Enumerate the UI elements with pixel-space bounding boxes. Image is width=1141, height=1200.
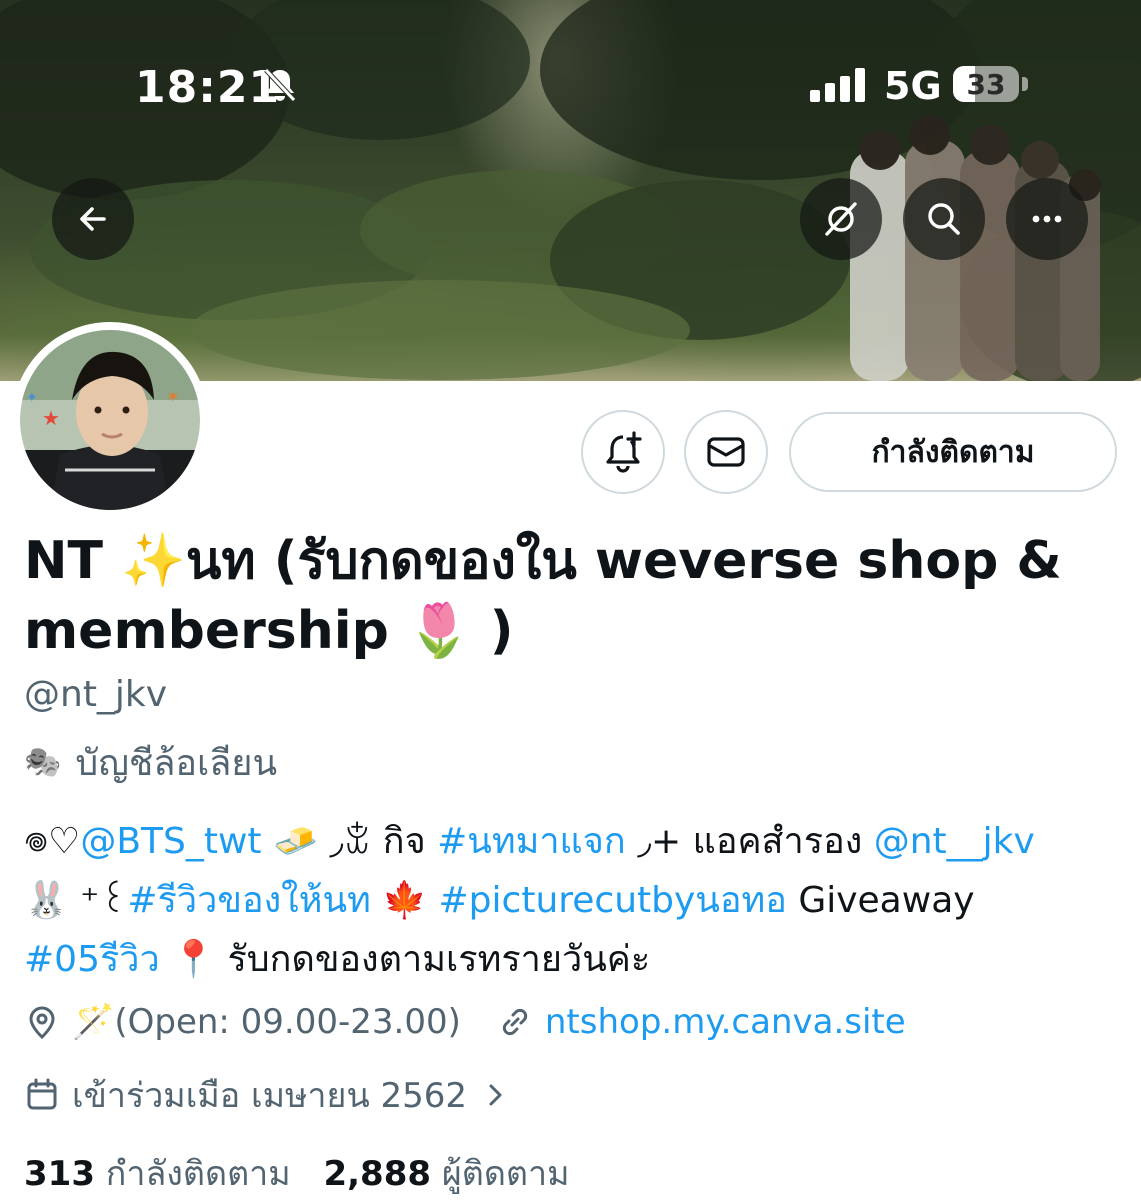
followers-label: ผู้ติดตาม [441,1154,570,1194]
search-icon [928,203,960,235]
bio-text: ◞+ แอคสำรอง [625,821,874,862]
message-button[interactable] [684,410,768,494]
following-button[interactable]: กำลังติดตาม [789,412,1117,492]
battery-indicator: 33 [953,66,1019,102]
svg-text:✦: ✦ [26,390,38,406]
bell-plus-icon [606,431,642,473]
avatar-image: ★ ✶ ✦ [20,330,200,510]
following-stat[interactable]: 313 กำลังติดตาม [24,1154,291,1194]
bio-mention-bts[interactable]: @BTS_twt [80,821,261,862]
location-row: 🪄(Open: 09.00-23.00) ntshop.my.canva.sit… [24,1002,906,1042]
website-link[interactable]: ntshop.my.canva.site [545,1002,906,1042]
notify-button[interactable] [581,410,665,494]
location-text: 🪄(Open: 09.00-23.00) [72,1002,461,1042]
joined-row[interactable]: เข้าร่วมเมือ เมษายน 2562 [24,1068,521,1122]
search-button[interactable] [903,178,985,260]
back-arrow-icon [80,207,106,231]
following-label: กำลังติดตาม [105,1154,291,1194]
bio-mention-backup[interactable]: @nt__jkv [874,821,1035,862]
bio-text: 🧈 ◞ꒃ กิจ [261,821,438,862]
bio-text: 📍 รับกดของตามเรทรายวันค่ะ [159,939,651,980]
link-icon [502,1008,528,1036]
bio-text: Giveaway [786,880,975,921]
following-count: 313 [24,1154,95,1194]
mask-icon: 🎭 [24,745,62,780]
profile-banner: 18:21 5G 33 [0,0,1141,381]
grok-button[interactable] [800,178,882,260]
mail-icon [707,437,745,467]
battery-tip [1022,77,1028,91]
bio-text: 𖦹♡ [24,821,81,862]
status-time: 18:21 [135,62,281,113]
parody-text: บัญชีล้อเลียน [75,743,278,784]
display-name-line1: NT ✨นท (รับกดของใน weverse shop & [24,531,1062,591]
more-button[interactable] [1006,178,1088,260]
more-icon [1032,215,1062,223]
bell-muted-icon [264,68,296,102]
joined-text: เข้าร่วมเมือ เมษายน 2562 [72,1076,468,1116]
bio-hashtag[interactable]: #picturecutbyนอทอ [439,880,787,921]
battery-level: 33 [966,68,1006,101]
svg-text:✶: ✶ [166,387,179,406]
profile-avatar[interactable]: ★ ✶ ✦ [12,322,208,518]
calendar-icon [27,1078,57,1110]
parody-label: 🎭 บัญชีล้อเลียน [24,734,277,791]
location-pin-icon [29,1006,55,1040]
display-name: NT ✨นท (รับกดของใน weverse shop & member… [24,526,1114,666]
bio-hashtag[interactable]: #รีวิวของให้นท [127,880,370,921]
chevron-right-icon [489,1084,502,1106]
svg-text:★: ★ [42,406,60,430]
bio-text: 🍁 [370,880,439,921]
signal-icon [810,68,865,102]
grok-icon [825,202,857,236]
follow-stats: 313 กำลังติดตาม 2,888 ผู้ติดตาม [24,1146,570,1200]
display-name-line2: membership 🌷 ) [24,601,514,661]
user-handle: @nt_jkv [24,674,168,715]
bio-text: 🐰 ⁺꒰ [24,880,128,921]
followers-count: 2,888 [323,1154,432,1194]
network-label: 5G [884,64,942,108]
bio-hashtag[interactable]: #นทมาแจก [437,821,626,862]
followers-stat[interactable]: 2,888 ผู้ติดตาม [323,1154,569,1194]
bio-hashtag[interactable]: #05รีวิว [24,939,160,980]
back-button[interactable] [52,178,134,260]
profile-bio: 𖦹♡@BTS_twt 🧈 ◞ꒃ กิจ #นทมาแจก ◞+ แอคสำรอง… [24,812,1124,989]
